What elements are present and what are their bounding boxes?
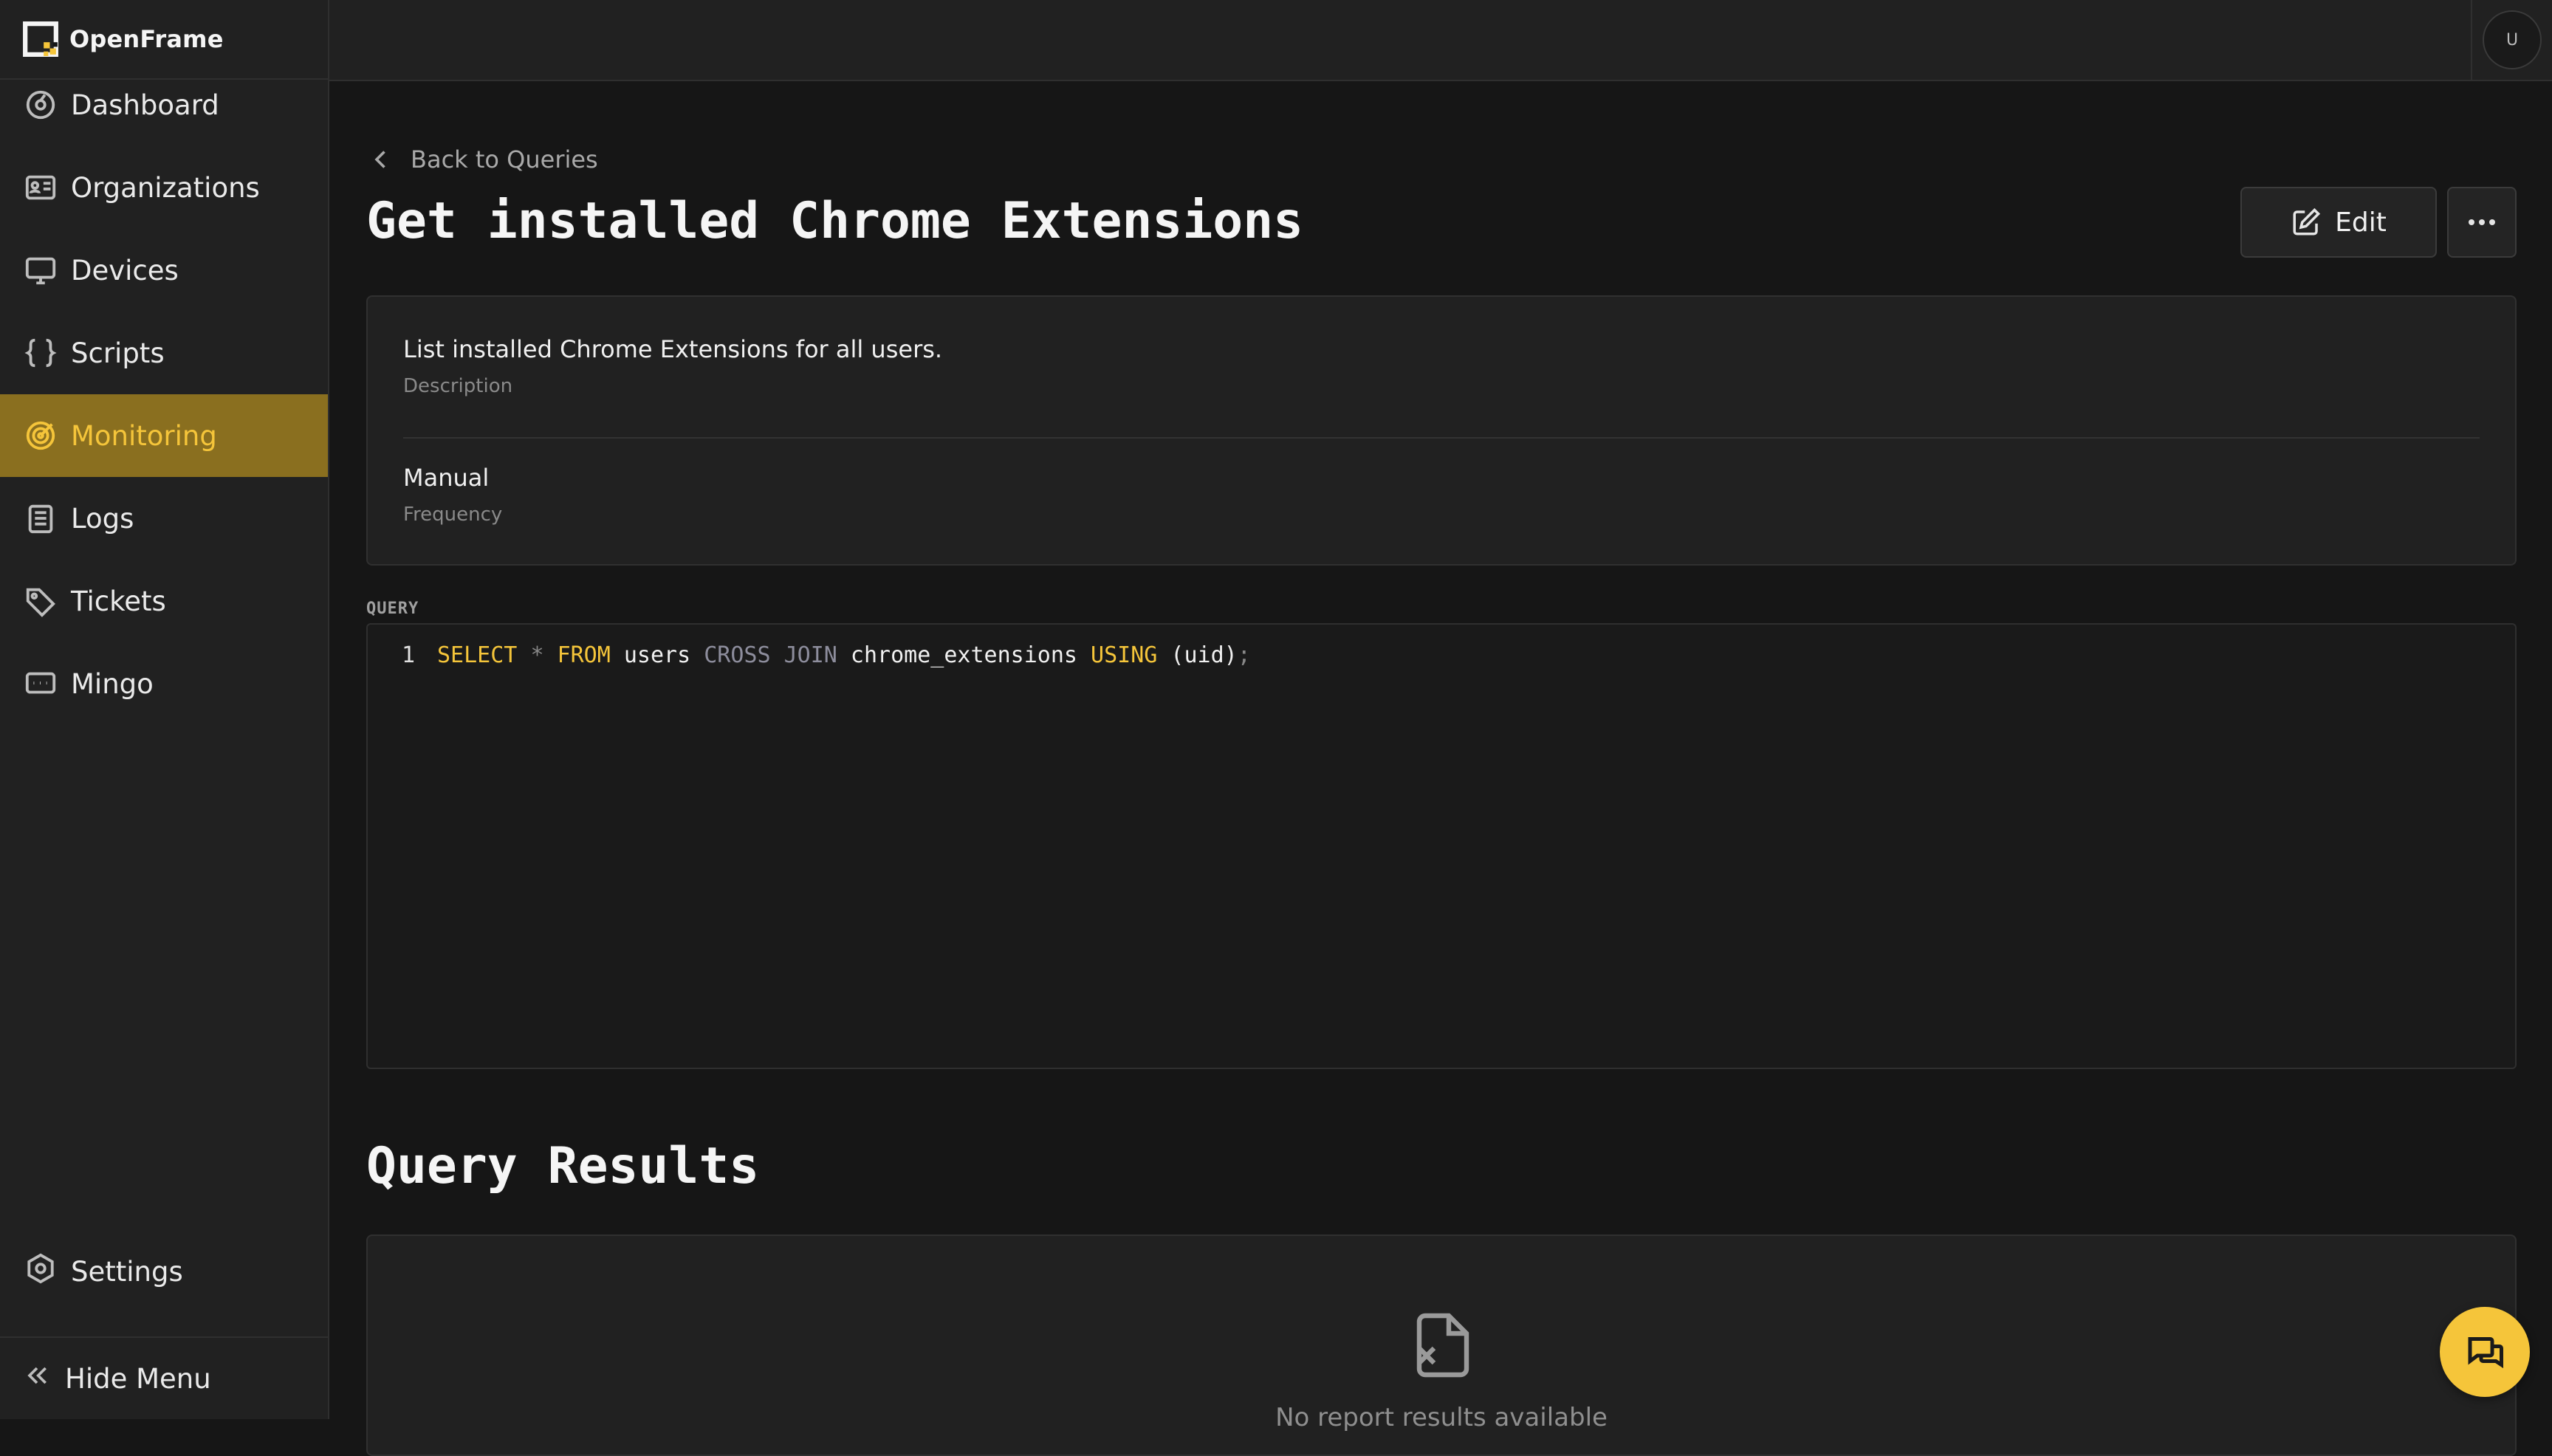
code-token: USING <box>1091 642 1158 668</box>
sidebar: OpenFrame Dashboard Organizations Device… <box>0 0 329 1419</box>
query-details-card: List installed Chrome Extensions for all… <box>366 295 2517 566</box>
edit-icon <box>2293 207 2321 236</box>
page-title: Get installed Chrome Extensions <box>366 192 1304 250</box>
code-token: (uid) <box>1157 642 1238 668</box>
description-value: List installed Chrome Extensions for all… <box>403 335 943 363</box>
user-menu[interactable]: U <box>2471 0 2552 80</box>
openframe-logo-icon <box>23 21 58 57</box>
frequency-value: Manual <box>403 464 490 492</box>
app-name: OpenFrame <box>69 25 224 53</box>
chat-bubbles-icon <box>2468 1337 2503 1369</box>
edit-label: Edit <box>2335 207 2387 238</box>
tag-icon <box>24 584 58 618</box>
code-line: 1 SELECT * FROM users CROSS JOIN chrome_… <box>368 642 1251 668</box>
code-token: chrome_extensions <box>837 642 1091 668</box>
sidebar-item-label: Tickets <box>71 585 166 617</box>
description-label: Description <box>403 375 513 397</box>
code-token: ; <box>1237 642 1251 668</box>
edit-button[interactable]: Edit <box>2240 187 2437 258</box>
sidebar-item-devices[interactable]: Devices <box>0 229 328 312</box>
line-number: 1 <box>401 642 415 668</box>
organizations-icon <box>24 171 58 205</box>
code-token: * <box>530 642 544 668</box>
sidebar-item-label: Organizations <box>71 171 260 204</box>
main-content: Back to Queries Get installed Chrome Ext… <box>329 81 2552 1456</box>
sidebar-item-logs[interactable]: Logs <box>0 477 328 560</box>
sidebar-item-tickets[interactable]: Tickets <box>0 560 328 642</box>
sidebar-item-label: Settings <box>71 1255 183 1288</box>
monitor-icon <box>24 253 58 287</box>
chat-terminal-icon <box>24 667 58 701</box>
sidebar-item-dashboard[interactable]: Dashboard <box>0 63 328 146</box>
code-token: users <box>610 642 704 668</box>
sidebar-item-label: Logs <box>71 502 134 535</box>
code-token: FROM <box>557 642 611 668</box>
sidebar-item-label: Mingo <box>71 667 154 700</box>
sidebar-item-settings[interactable]: Settings <box>0 1230 328 1313</box>
code-token: SELECT <box>437 642 518 668</box>
sidebar-item-scripts[interactable]: Scripts <box>0 312 328 394</box>
gear-icon <box>24 1251 71 1292</box>
file-x-icon <box>1407 1310 1478 1381</box>
sidebar-nav: Dashboard Organizations Devices Scripts … <box>0 63 328 725</box>
sidebar-item-label: Scripts <box>71 337 165 369</box>
braces-icon <box>24 336 58 370</box>
more-options-button[interactable] <box>2447 187 2517 258</box>
sidebar-item-monitoring[interactable]: Monitoring <box>0 394 328 477</box>
more-horizontal-icon <box>2469 219 2495 225</box>
query-section-label: QUERY <box>366 600 419 618</box>
query-results-title: Query Results <box>366 1137 760 1195</box>
sidebar-item-label: Devices <box>71 254 179 286</box>
back-to-queries-link[interactable]: Back to Queries <box>368 137 598 182</box>
code-token: CROSS JOIN <box>704 642 837 668</box>
hide-menu-button[interactable]: Hide Menu <box>0 1336 328 1419</box>
sidebar-item-label: Dashboard <box>71 89 219 121</box>
dashboard-icon <box>24 88 58 122</box>
sidebar-item-mingo[interactable]: Mingo <box>0 642 328 725</box>
sidebar-item-label: Monitoring <box>71 419 217 452</box>
back-label: Back to Queries <box>411 145 598 174</box>
code-content: SELECT * FROM users CROSS JOIN chrome_ex… <box>437 642 1251 668</box>
chat-support-button[interactable] <box>2440 1307 2530 1397</box>
empty-results-text: No report results available <box>1275 1403 1608 1432</box>
hide-menu-label: Hide Menu <box>65 1362 211 1395</box>
chevrons-left-icon <box>22 1361 65 1397</box>
target-icon <box>24 419 58 453</box>
avatar[interactable]: U <box>2483 10 2542 69</box>
sidebar-item-organizations[interactable]: Organizations <box>0 146 328 229</box>
query-results-panel: No report results available <box>366 1234 2517 1456</box>
divider <box>403 437 2480 439</box>
frequency-label: Frequency <box>403 504 503 526</box>
query-editor[interactable]: 1 SELECT * FROM users CROSS JOIN chrome_… <box>366 623 2517 1069</box>
top-bar: U <box>329 0 2552 81</box>
clipboard-icon <box>24 501 58 535</box>
chevron-left-icon <box>374 151 385 168</box>
